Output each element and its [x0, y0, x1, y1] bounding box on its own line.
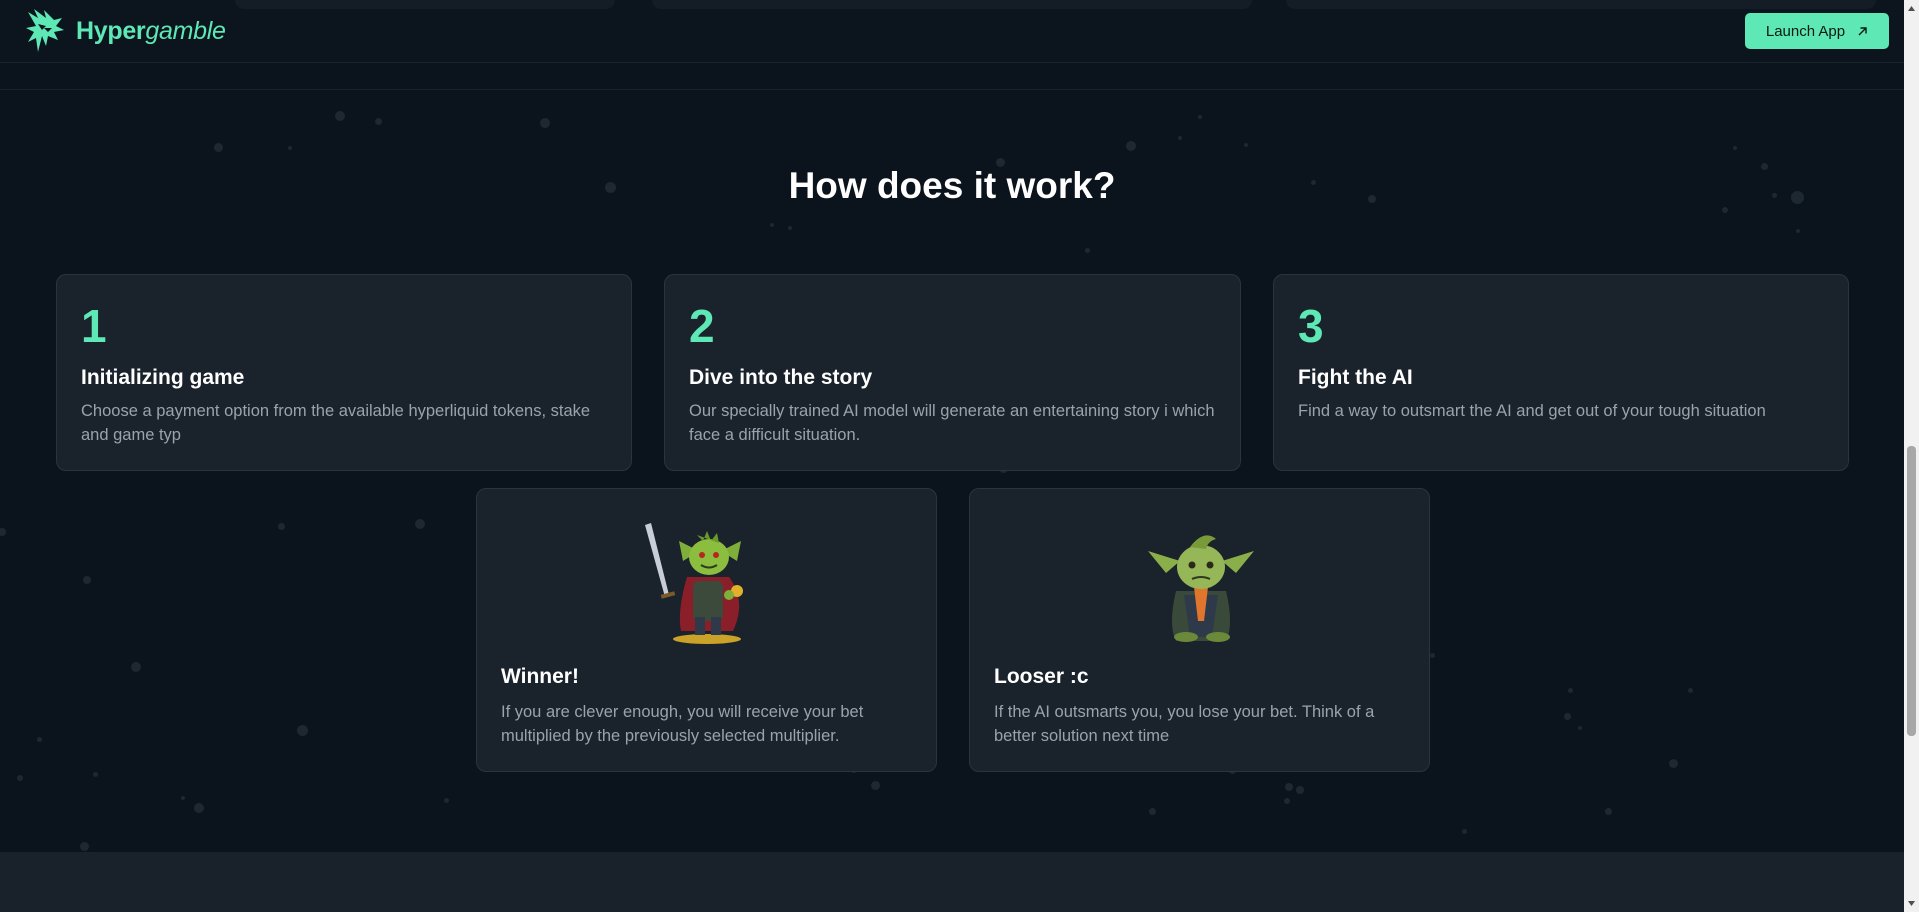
- step-number: 2: [689, 300, 715, 352]
- step-number: 3: [1298, 300, 1324, 352]
- scroll-thumb[interactable]: [1907, 446, 1916, 736]
- top-fade-shape: [1286, 0, 1876, 9]
- step-title: Initializing game: [81, 366, 245, 389]
- star-dot: [36, 736, 42, 742]
- outcome-title: Looser :c: [994, 665, 1089, 688]
- star-dot: [1084, 247, 1090, 253]
- star-dot: [83, 576, 91, 584]
- step-number: 1: [81, 300, 107, 352]
- brand-name: Hypergamble: [76, 17, 226, 46]
- star-dot: [1668, 758, 1678, 768]
- star-dot: [296, 724, 308, 736]
- step-title: Fight the AI: [1298, 366, 1413, 389]
- star-dot: [1563, 712, 1571, 720]
- star-dot: [131, 662, 141, 672]
- star-dot: [788, 226, 792, 230]
- star-dot: [540, 118, 550, 128]
- site-header: Hypergamble Launch App: [0, 0, 1904, 63]
- step-description: Find a way to outsmart the AI and get ou…: [1298, 402, 1766, 420]
- outcome-title: Winner!: [501, 665, 579, 688]
- star-dot: [1567, 687, 1573, 693]
- scroll-up-arrow-icon[interactable]: [1904, 0, 1919, 17]
- outcome-card-winner: Winner! If you are clever enough, you wi…: [476, 488, 937, 772]
- star-dot: [92, 771, 98, 777]
- top-fade-shape: [235, 0, 615, 9]
- arrow-up-right-icon: [1858, 26, 1867, 35]
- footer-section: [0, 852, 1904, 912]
- section-title: How does it work?: [788, 165, 1116, 206]
- star-dot: [1178, 136, 1182, 140]
- outcome-description: If the AI outsmarts you, you lose your b…: [994, 703, 1375, 745]
- outcome-description: If you are clever enough, you will recei…: [501, 703, 864, 745]
- star-dot: [213, 142, 223, 152]
- star-dot: [1285, 783, 1293, 791]
- logo-icon: [26, 9, 64, 52]
- star-dot: [1148, 807, 1156, 815]
- scroll-down-arrow-icon[interactable]: [1904, 895, 1919, 912]
- goblin-loser-icon: [1148, 535, 1254, 642]
- star-dot: [1733, 146, 1737, 150]
- star-dot: [770, 223, 774, 227]
- step-title: Dive into the story: [689, 366, 873, 389]
- launch-app-label: Launch App: [1765, 22, 1846, 40]
- star-dot: [1244, 143, 1248, 147]
- step-description: Our specially trained AI model will gene…: [689, 402, 1215, 444]
- star-dot: [277, 522, 285, 530]
- star-dot: [1429, 652, 1435, 658]
- brand-logo-link[interactable]: Hypergamble: [24, 6, 226, 56]
- goblin-winner-icon: [645, 523, 743, 644]
- step-card-3: 3 Fight the AI Find a way to outsmart th…: [1273, 274, 1849, 471]
- header-divider: [0, 89, 1904, 90]
- star-dot: [1461, 828, 1467, 834]
- top-fade-shape: [652, 0, 1252, 9]
- star-dot: [288, 146, 292, 150]
- star-dot: [1284, 798, 1290, 804]
- star-dot: [17, 775, 23, 781]
- star-dot: [443, 797, 449, 803]
- star-dot: [870, 780, 880, 790]
- star-dot: [335, 111, 345, 121]
- outcome-card-loser: Looser :c If the AI outsmarts you, you l…: [969, 488, 1430, 772]
- page: Hypergamble Launch App How does it work?…: [0, 0, 1904, 912]
- step-card-2: 2 Dive into the story Our specially trai…: [664, 274, 1241, 471]
- star-dot: [79, 841, 89, 851]
- brand-name-strong: Hyper: [76, 16, 146, 45]
- star-dot: [0, 528, 6, 536]
- star-dot: [194, 803, 204, 813]
- brand-name-light: gamble: [145, 16, 226, 45]
- star-dot: [181, 796, 185, 800]
- step-description: Choose a payment option from the availab…: [81, 402, 591, 444]
- star-dot: [1578, 726, 1582, 730]
- star-dot: [374, 117, 382, 125]
- star-dot: [1796, 229, 1800, 233]
- star-dot: [1126, 141, 1136, 151]
- star-dot: [415, 519, 425, 529]
- star-dot: [1687, 687, 1693, 693]
- page-scrollbar[interactable]: [1904, 0, 1919, 912]
- star-dot: [1198, 115, 1202, 119]
- step-card-1: 1 Initializing game Choose a payment opt…: [56, 274, 632, 471]
- launch-app-button[interactable]: Launch App: [1745, 13, 1889, 49]
- star-dot: [1296, 786, 1304, 794]
- star-dot: [1722, 207, 1728, 213]
- star-dot: [1604, 807, 1612, 815]
